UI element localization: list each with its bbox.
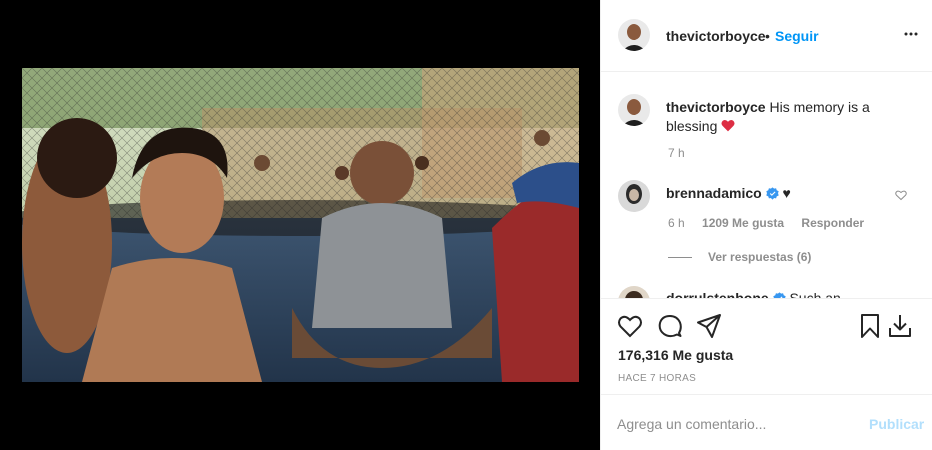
- comment-text: Such an: [789, 290, 841, 298]
- red-heart-emoji-icon: [721, 119, 735, 132]
- share-paper-plane-icon[interactable]: [696, 313, 722, 339]
- verified-badge-icon: [765, 187, 779, 200]
- post-actions: 176,316 Me gusta HACE 7 HORAS: [601, 298, 932, 408]
- commenter-username[interactable]: dorrulstenbone: [666, 290, 769, 298]
- post-timestamp[interactable]: HACE 7 HORAS: [618, 373, 696, 384]
- post-sidebar: thevictorboyce • Seguir thevictorboyce H…: [600, 0, 932, 450]
- follow-separator: •: [765, 28, 770, 44]
- comment-text-block: dorrulstenbone Such an: [666, 290, 841, 298]
- comment-like-heart-icon[interactable]: [895, 189, 907, 201]
- download-icon[interactable]: [887, 313, 913, 339]
- caption-username[interactable]: thevictorboyce: [666, 99, 766, 115]
- comment-text: ♥: [782, 185, 791, 201]
- save-bookmark-icon[interactable]: [857, 313, 883, 339]
- more-horizontal-icon[interactable]: [903, 26, 919, 42]
- post-comment-button[interactable]: Publicar: [869, 416, 924, 432]
- comment-bubble-icon[interactable]: [657, 313, 683, 339]
- comment-text-block: brennadamico ♥: [666, 184, 791, 203]
- avatar-image: [618, 180, 650, 212]
- post-video[interactable]: [22, 68, 579, 382]
- post-likes-count[interactable]: 176,316 Me gusta: [618, 347, 733, 363]
- view-replies-label: Ver respuestas (6): [708, 250, 812, 264]
- caption-text-block: thevictorboyce His memory is a blessing: [666, 98, 896, 136]
- avatar-image: [618, 286, 650, 298]
- view-replies-button[interactable]: Ver respuestas (6): [668, 250, 811, 264]
- caption-author-avatar[interactable]: [618, 94, 650, 126]
- comment-timestamp[interactable]: 6 h: [668, 216, 685, 230]
- replies-divider-line: [668, 257, 692, 259]
- like-heart-icon[interactable]: [617, 313, 643, 339]
- commenter-avatar[interactable]: [618, 180, 650, 212]
- commenter-avatar[interactable]: [618, 286, 650, 298]
- comments-list[interactable]: thevictorboyce His memory is a blessing …: [601, 72, 932, 298]
- comment-meta: 6 h 1209 Me gusta Responder: [668, 216, 878, 230]
- follow-button[interactable]: Seguir: [775, 28, 819, 44]
- add-comment-bar: Publicar: [601, 394, 932, 450]
- avatar-image: [618, 19, 650, 51]
- video-frame-image: [22, 68, 579, 382]
- comment-input[interactable]: [617, 413, 837, 435]
- comment-likes[interactable]: 1209 Me gusta: [702, 216, 784, 230]
- avatar-image: [618, 94, 650, 126]
- post-media-area: [0, 0, 600, 450]
- post-header: thevictorboyce • Seguir: [601, 0, 932, 72]
- caption-timestamp[interactable]: 7 h: [668, 146, 685, 160]
- author-avatar[interactable]: [618, 19, 650, 51]
- author-username[interactable]: thevictorboyce: [666, 28, 766, 44]
- reply-button[interactable]: Responder: [801, 216, 864, 230]
- commenter-username[interactable]: brennadamico: [666, 185, 762, 201]
